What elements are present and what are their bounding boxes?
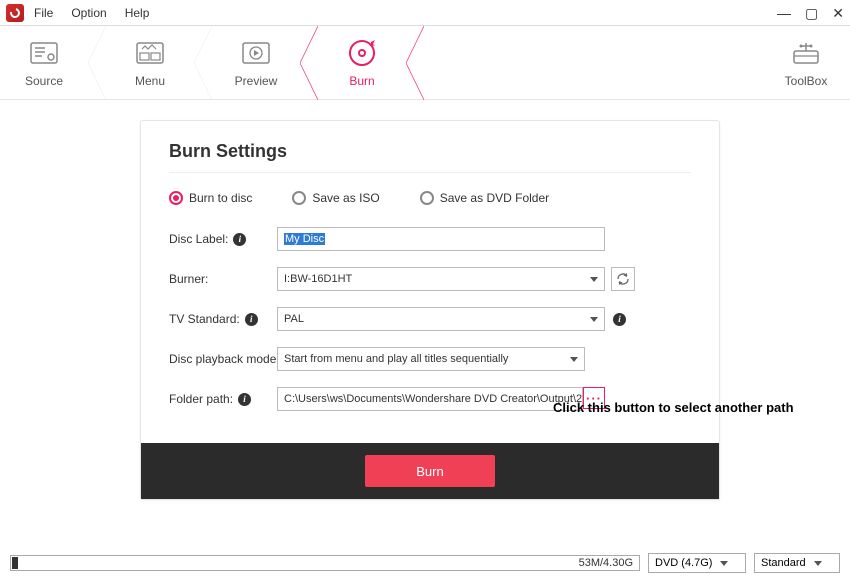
titlebar: File Option Help — ▢ ✕ <box>0 0 850 26</box>
capacity-bar: 53M/4.30G <box>10 555 640 571</box>
tab-toolbox-label: ToolBox <box>785 74 828 88</box>
tab-source[interactable]: Source <box>0 26 88 99</box>
caret-icon <box>590 277 598 282</box>
tab-toolbox[interactable]: ToolBox <box>762 26 850 99</box>
disc-label-label: Disc Label: i <box>169 232 277 246</box>
toolbox-icon <box>791 38 821 68</box>
burner-select[interactable]: I:BW-16D1HT <box>277 267 605 291</box>
menu-help[interactable]: Help <box>125 6 150 20</box>
burn-icon <box>347 38 377 68</box>
folder-path-label: Folder path: i <box>169 392 277 406</box>
radio-label: Save as ISO <box>312 191 379 205</box>
window-controls: — ▢ ✕ <box>777 6 844 20</box>
divider <box>169 172 691 173</box>
tab-preview[interactable]: Preview <box>212 26 300 99</box>
minimize-icon[interactable]: — <box>777 6 791 20</box>
refresh-burner-button[interactable] <box>611 267 635 291</box>
info-icon[interactable]: i <box>245 313 258 326</box>
menu-option[interactable]: Option <box>71 6 106 20</box>
panel-footer: Burn <box>141 443 719 499</box>
chevron-icon <box>300 26 318 100</box>
tab-preview-label: Preview <box>235 74 278 88</box>
caret-icon <box>590 317 598 322</box>
radio-icon <box>169 191 183 205</box>
radio-label: Burn to disc <box>189 191 252 205</box>
tab-burn-label: Burn <box>349 74 374 88</box>
radio-icon <box>420 191 434 205</box>
burn-button[interactable]: Burn <box>365 455 495 487</box>
menu-bar: File Option Help <box>34 6 149 20</box>
caret-icon <box>570 357 578 362</box>
bottom-bar: 53M/4.30G DVD (4.7G) Standard <box>10 552 840 574</box>
caret-icon <box>814 561 822 566</box>
burn-settings-panel: Burn Settings Burn to disc Save as ISO S… <box>140 120 720 500</box>
menu-step-icon <box>135 38 165 68</box>
burner-label: Burner: <box>169 272 277 286</box>
menu-file[interactable]: File <box>34 6 53 20</box>
tv-standard-select[interactable]: PAL <box>277 307 605 331</box>
disc-label-input[interactable]: My Disc <box>277 227 605 251</box>
annotation-text: Click this button to select another path <box>553 400 794 415</box>
radio-label: Save as DVD Folder <box>440 191 549 205</box>
playback-mode-select[interactable]: Start from menu and play all titles sequ… <box>277 347 585 371</box>
tab-burn[interactable]: Burn <box>318 26 406 99</box>
quality-select[interactable]: Standard <box>754 553 840 573</box>
tab-source-label: Source <box>25 74 63 88</box>
panel-title: Burn Settings <box>169 141 691 162</box>
info-icon[interactable]: i <box>238 393 251 406</box>
step-tabs: Source Menu Preview Burn ToolBox <box>0 26 850 100</box>
disc-type-select[interactable]: DVD (4.7G) <box>648 553 746 573</box>
maximize-icon[interactable]: ▢ <box>805 6 818 20</box>
radio-save-as-dvd-folder[interactable]: Save as DVD Folder <box>420 191 549 205</box>
radio-icon <box>292 191 306 205</box>
radio-save-as-iso[interactable]: Save as ISO <box>292 191 379 205</box>
info-icon[interactable]: i <box>233 233 246 246</box>
preview-icon <box>241 38 271 68</box>
chevron-icon <box>406 26 424 100</box>
tv-standard-label: TV Standard: i <box>169 312 277 326</box>
close-icon[interactable]: ✕ <box>832 6 844 20</box>
app-icon <box>6 4 24 22</box>
source-icon <box>29 38 59 68</box>
info-icon[interactable]: i <box>613 313 626 326</box>
tab-menu-label: Menu <box>135 74 165 88</box>
capacity-text: 53M/4.30G <box>579 556 633 570</box>
folder-path-input[interactable]: C:\Users\ws\Documents\Wondershare DVD Cr… <box>277 387 583 411</box>
output-type-radios: Burn to disc Save as ISO Save as DVD Fol… <box>169 191 691 205</box>
chevron-icon <box>88 26 106 100</box>
tab-menu[interactable]: Menu <box>106 26 194 99</box>
refresh-icon <box>616 272 630 286</box>
caret-icon <box>720 561 728 566</box>
radio-burn-to-disc[interactable]: Burn to disc <box>169 191 252 205</box>
chevron-icon <box>194 26 212 100</box>
